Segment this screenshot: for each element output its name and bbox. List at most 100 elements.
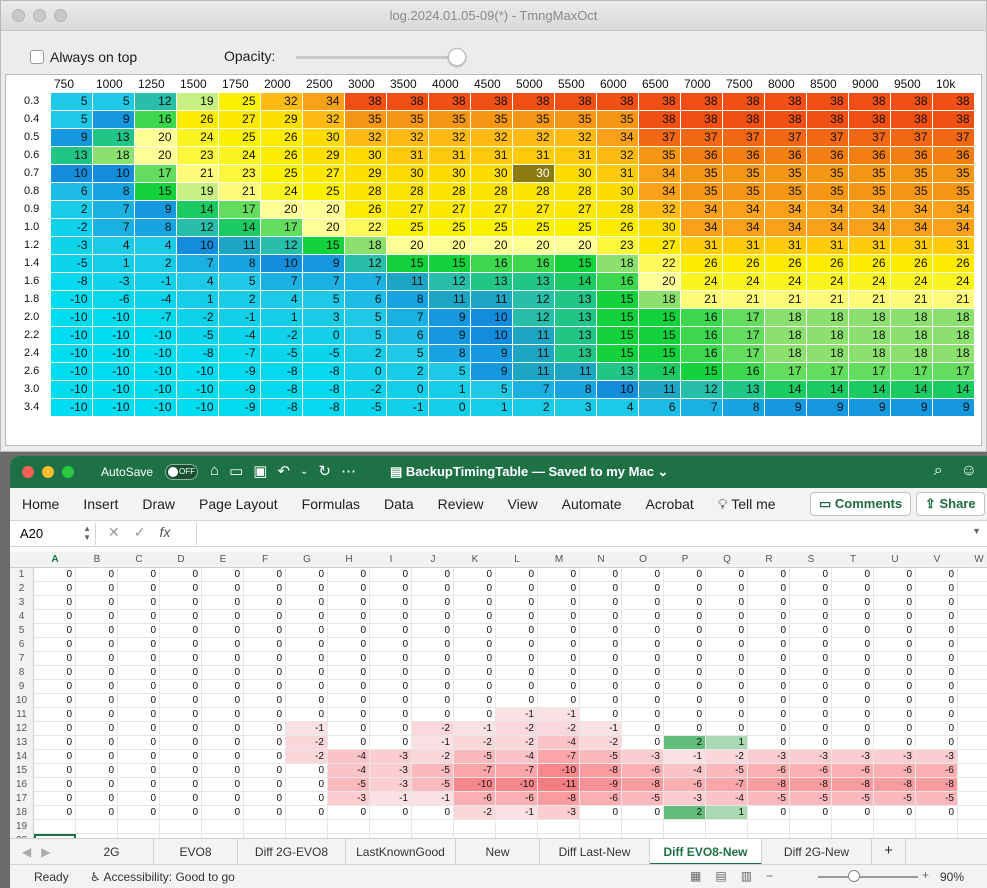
timing-cell[interactable]: 18 — [847, 307, 891, 327]
timing-cell[interactable]: -10 — [49, 397, 93, 417]
timing-cell[interactable]: 34 — [595, 127, 639, 147]
sheet-cell[interactable]: 0 — [832, 610, 874, 624]
timing-cell[interactable]: 6 — [49, 181, 93, 201]
timing-cell[interactable]: 20 — [301, 217, 345, 237]
sheet-cell[interactable]: -2 — [412, 722, 454, 736]
timing-cell[interactable]: 18 — [889, 325, 933, 345]
sheet-cell[interactable] — [832, 820, 874, 834]
timing-cell[interactable]: -9 — [217, 379, 261, 399]
sheet-cell[interactable]: 0 — [496, 582, 538, 596]
timing-cell[interactable]: 17 — [721, 307, 765, 327]
sheet-cell[interactable]: 0 — [76, 708, 118, 722]
timing-cell[interactable]: 10 — [49, 163, 93, 183]
sheet-cell[interactable]: 0 — [916, 582, 958, 596]
sheet-cell[interactable]: 0 — [118, 582, 160, 596]
sheet-cell[interactable]: -8 — [748, 778, 790, 792]
timing-cell[interactable]: 7 — [91, 199, 135, 219]
timing-cell[interactable]: -6 — [91, 289, 135, 309]
sheet-cell[interactable]: -10 — [496, 778, 538, 792]
sheet-cell[interactable]: 0 — [118, 596, 160, 610]
timing-cell[interactable]: 34 — [637, 181, 681, 201]
tab-page-layout[interactable]: Page Layout — [187, 496, 290, 512]
sheet-cell[interactable]: 0 — [538, 694, 580, 708]
sheet-tab[interactable]: Diff EVO8-New — [650, 839, 762, 865]
sheet-cell[interactable] — [454, 820, 496, 834]
timing-cell[interactable]: 15 — [595, 307, 639, 327]
cancel-icon[interactable]: ✕ — [108, 524, 120, 541]
timing-cell[interactable]: 38 — [595, 91, 639, 111]
row-number[interactable]: 1 — [10, 568, 34, 582]
sheet-cell[interactable]: 0 — [916, 596, 958, 610]
sheet-cell[interactable]: 0 — [664, 708, 706, 722]
sheet-cell[interactable]: 0 — [76, 750, 118, 764]
sheet-cell[interactable]: 0 — [328, 638, 370, 652]
timing-cell[interactable]: 15 — [301, 235, 345, 255]
timing-cell[interactable]: 17 — [805, 361, 849, 381]
sheet-cell[interactable]: 0 — [496, 568, 538, 582]
normal-view-icon[interactable]: ▦ — [690, 869, 701, 883]
row-number[interactable]: 12 — [10, 722, 34, 736]
timing-cell[interactable]: 25 — [469, 217, 513, 237]
sheet-cell[interactable] — [958, 778, 987, 792]
sheet-cell[interactable]: 0 — [748, 736, 790, 750]
sheet-cell[interactable]: 0 — [244, 680, 286, 694]
timing-cell[interactable]: 31 — [847, 235, 891, 255]
timing-cell[interactable]: 32 — [469, 127, 513, 147]
column-header[interactable]: N — [580, 554, 622, 565]
sheet-cell[interactable]: 0 — [118, 708, 160, 722]
timing-cell[interactable]: 38 — [931, 91, 975, 111]
column-header[interactable]: P — [664, 554, 706, 565]
sheet-cell[interactable]: -6 — [874, 764, 916, 778]
timing-cell[interactable]: 17 — [931, 361, 975, 381]
timing-cell[interactable]: 32 — [511, 127, 555, 147]
timing-cell[interactable]: -8 — [301, 361, 345, 381]
timing-cell[interactable]: 17 — [259, 217, 303, 237]
share-button[interactable]: ⇪ Share — [916, 492, 985, 516]
sheet-cell[interactable]: 0 — [580, 610, 622, 624]
column-header[interactable]: G — [286, 554, 328, 565]
zoom-level[interactable]: 90% — [940, 870, 964, 884]
timing-cell[interactable]: 35 — [847, 181, 891, 201]
sheet-cell[interactable]: 0 — [832, 806, 874, 820]
timing-cell[interactable]: 24 — [721, 271, 765, 291]
sheet-cell[interactable]: -3 — [832, 750, 874, 764]
sheet-cell[interactable] — [958, 764, 987, 778]
timing-cell[interactable]: 21 — [763, 289, 807, 309]
sheet-cell[interactable]: -2 — [706, 750, 748, 764]
sheet-cell[interactable]: 0 — [160, 736, 202, 750]
timing-cell[interactable]: 18 — [805, 343, 849, 363]
sheet-cell[interactable]: 0 — [622, 638, 664, 652]
sheet-cell[interactable]: 0 — [496, 680, 538, 694]
timing-cell[interactable]: 38 — [637, 109, 681, 129]
timing-cell[interactable]: 7 — [385, 307, 429, 327]
sheet-cell[interactable]: 0 — [412, 638, 454, 652]
sheet-cell[interactable]: 0 — [748, 708, 790, 722]
timing-cell[interactable]: 32 — [427, 127, 471, 147]
sheet-cell[interactable] — [622, 820, 664, 834]
timing-cell[interactable]: 14 — [931, 379, 975, 399]
timing-cell[interactable]: 24 — [679, 271, 723, 291]
sheet-cell[interactable]: -3 — [370, 764, 412, 778]
timing-cell[interactable]: 15 — [595, 343, 639, 363]
timing-cell[interactable]: -10 — [49, 379, 93, 399]
timing-cell[interactable]: 26 — [595, 217, 639, 237]
sheet-cell[interactable]: 0 — [832, 722, 874, 736]
timing-cell[interactable]: -10 — [133, 397, 177, 417]
timing-cell[interactable]: 15 — [427, 253, 471, 273]
timing-cell[interactable]: 5 — [343, 325, 387, 345]
timing-cell[interactable]: 34 — [721, 199, 765, 219]
sheet-cell[interactable]: 0 — [412, 652, 454, 666]
timing-cell[interactable]: 18 — [931, 307, 975, 327]
sheet-tab[interactable]: Diff 2G-New — [762, 839, 872, 865]
timing-cell[interactable]: 25 — [217, 91, 261, 111]
row-number[interactable]: 18 — [10, 806, 34, 820]
timing-cell[interactable]: -5 — [175, 325, 219, 345]
sheet-cell[interactable]: 0 — [160, 792, 202, 806]
sheet-cell[interactable]: -3 — [790, 750, 832, 764]
timing-cell[interactable]: 7 — [343, 271, 387, 291]
timing-cell[interactable]: 14 — [805, 379, 849, 399]
sheet-cell[interactable]: 0 — [370, 596, 412, 610]
timing-cell[interactable]: 35 — [931, 181, 975, 201]
sheet-cell[interactable]: 0 — [328, 680, 370, 694]
timing-cell[interactable]: 0 — [343, 361, 387, 381]
